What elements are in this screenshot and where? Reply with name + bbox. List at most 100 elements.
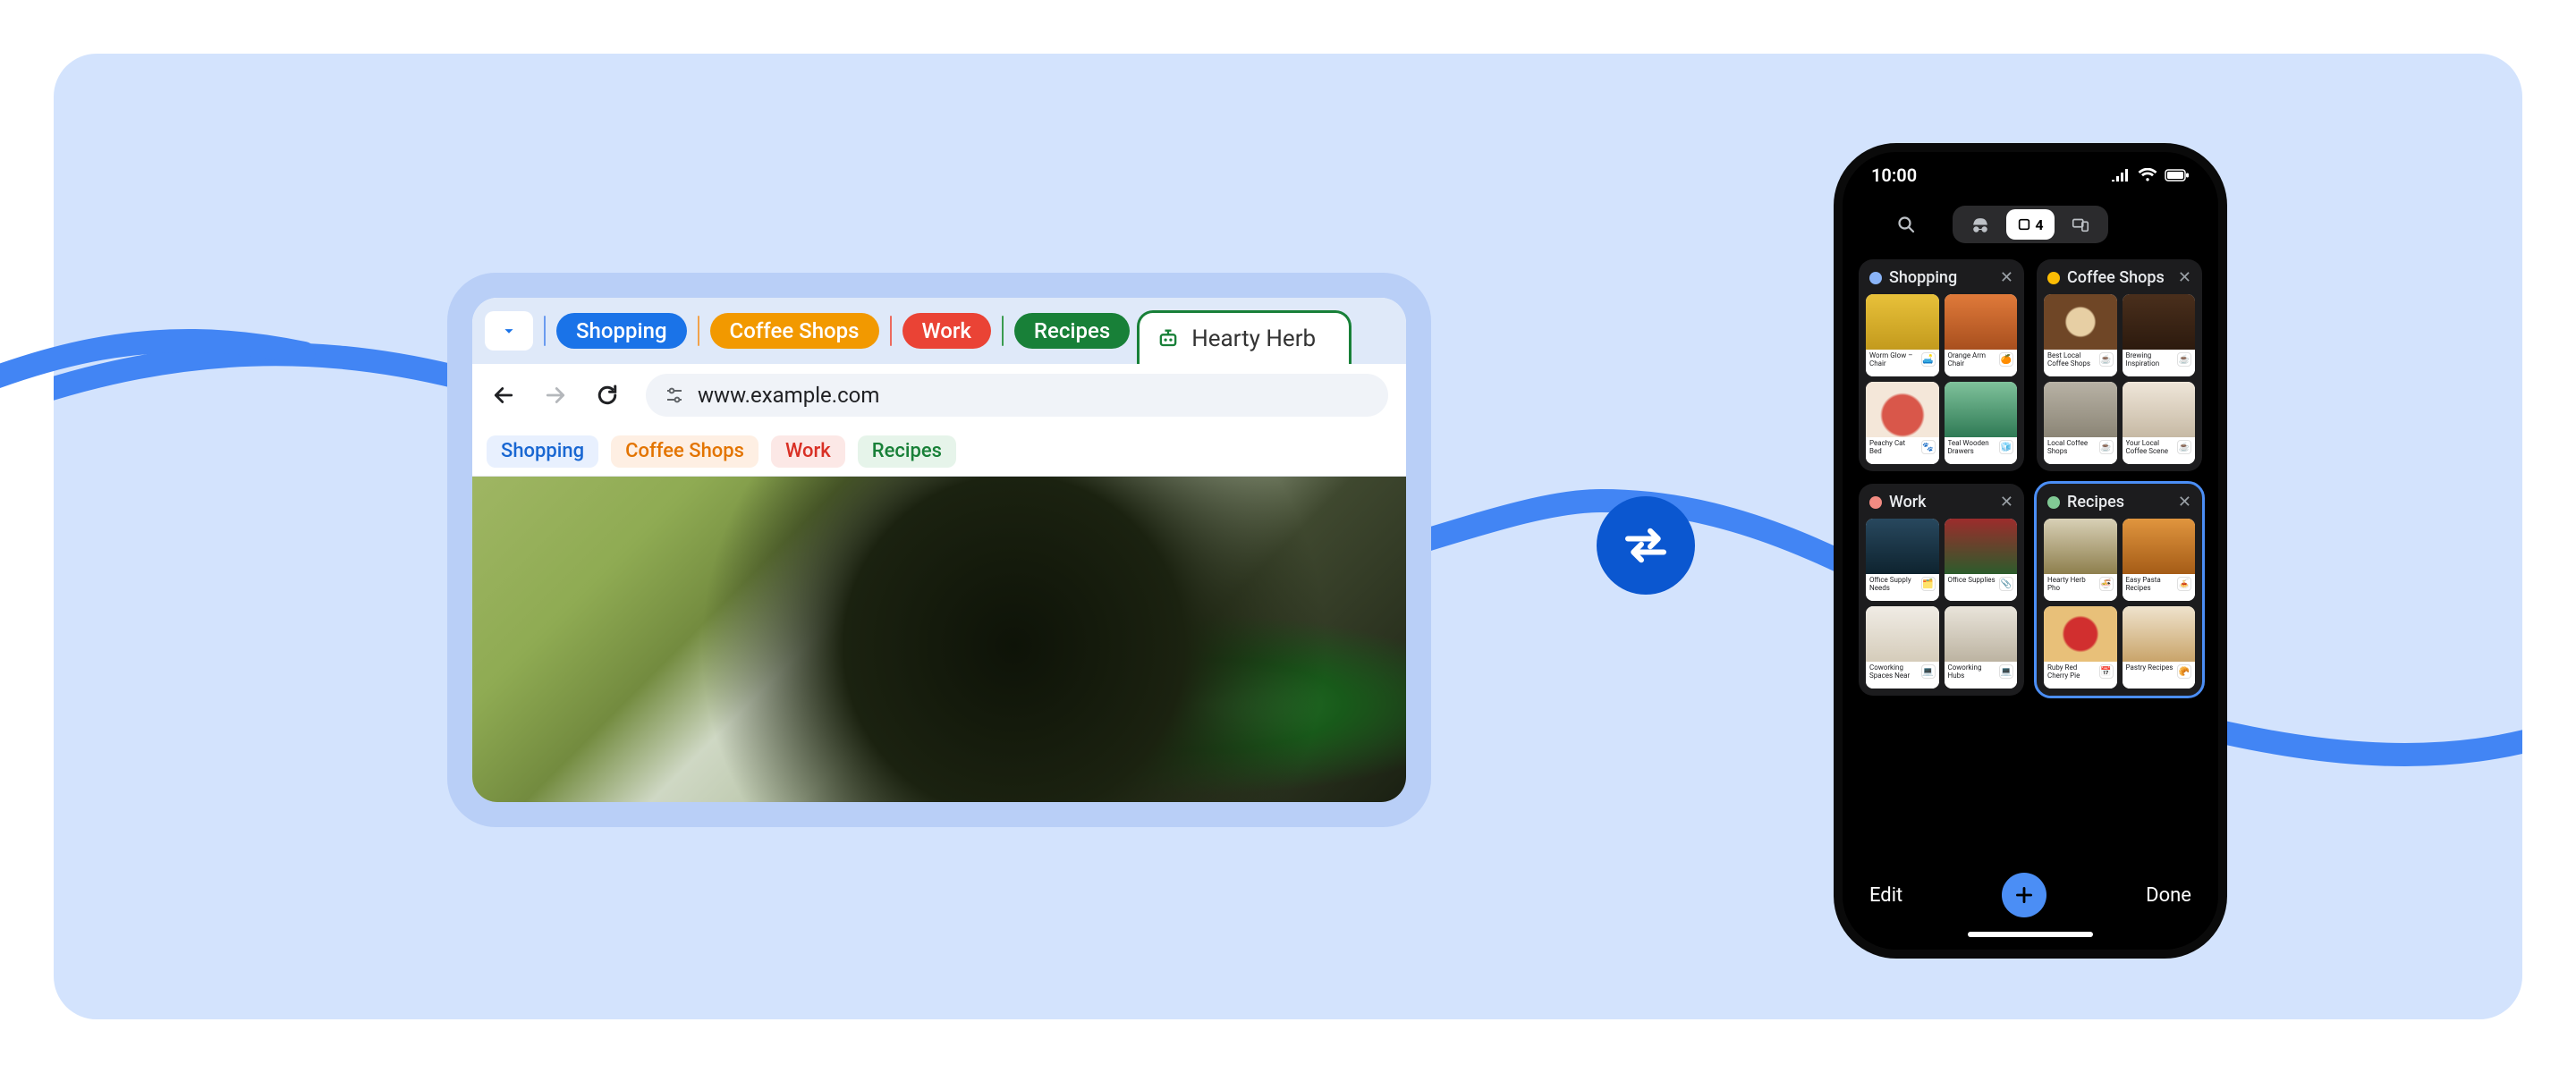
thumbnail-caption: Brewing Inspiration☕ [2123, 350, 2196, 376]
tab-thumbnail[interactable]: Hearty Herb Pho🍜 [2044, 519, 2117, 601]
tab-thumbnail[interactable]: Teal Wooden Drawers🧊 [1945, 382, 2018, 464]
promo-stage: Shopping Coffee Shops Work Recipes Heart… [54, 54, 2522, 1019]
thumbnail-caption: Coworking Hubs💻 [1945, 662, 2018, 689]
url-text: www.example.com [698, 383, 879, 408]
thumbnail-favicon: 💻 [1999, 664, 2013, 679]
thumbnail-title: Peachy Cat Bed [1869, 440, 1918, 456]
thumbnail-favicon: 📅 [2099, 664, 2114, 679]
tab-thumbnail[interactable]: Coworking Hubs💻 [1945, 606, 2018, 689]
reload-icon [594, 382, 621, 409]
tab-thumbnail[interactable]: Your Local Coffee Scene☕ [2123, 382, 2196, 464]
thumbnail-favicon: ☕ [2099, 440, 2114, 454]
group-thumbnails: Worm Glow – Chair🛋️Orange Arm Chair🍊Peac… [1866, 294, 2017, 464]
chip-label: Recipes [872, 440, 942, 462]
tab-thumbnail[interactable]: Best Local Coffee Shops☕ [2044, 294, 2117, 376]
phone-mockup: 10:00 4 Shopp [1834, 143, 2227, 959]
thumbnail-caption: Hearty Herb Pho🍜 [2044, 574, 2117, 601]
reload-button[interactable] [594, 382, 621, 409]
close-group-button[interactable]: ✕ [2000, 493, 2013, 511]
standard-tabs-button[interactable]: 4 [2006, 209, 2055, 240]
chip-label: Work [785, 440, 831, 462]
tab-thumbnail[interactable]: Pastry Recipes🥐 [2123, 606, 2196, 689]
sync-indicator [1597, 496, 1695, 595]
thumbnail-favicon: 🗂️ [1921, 577, 1936, 591]
thumbnail-image [1866, 519, 1939, 574]
thumbnail-favicon: 🍊 [1999, 352, 2013, 367]
thumbnail-favicon: 🐾 [1921, 440, 1936, 454]
search-icon[interactable] [1895, 214, 1917, 235]
close-group-button[interactable]: ✕ [2178, 493, 2191, 511]
thumbnail-caption: Local Coffee Shops☕ [2044, 437, 2117, 464]
group-separator [544, 316, 546, 346]
bookmark-chip-shopping[interactable]: Shopping [487, 435, 598, 468]
battery-icon [2165, 169, 2190, 182]
thumbnail-title: Office Supplies [1948, 577, 1996, 585]
tab-thumbnail[interactable]: Orange Arm Chair🍊 [1945, 294, 2018, 376]
thumbnail-favicon: 🛋️ [1921, 352, 1936, 367]
tab-group-recipes[interactable]: Recipes [1014, 313, 1130, 349]
tab-group-card[interactable]: Recipes✕Hearty Herb Pho🍜Easy Pasta Recip… [2037, 484, 2202, 696]
thumbnail-caption: Worm Glow – Chair🛋️ [1866, 350, 1939, 376]
open-tabs-count: 4 [2035, 216, 2043, 233]
arrow-left-icon [490, 382, 517, 409]
status-time: 10:00 [1871, 165, 1917, 186]
back-button[interactable] [490, 382, 517, 409]
edit-button[interactable]: Edit [1869, 884, 1902, 907]
tab-thumbnail[interactable]: Easy Pasta Recipes🍝 [2123, 519, 2196, 601]
bookmark-chip-recipes[interactable]: Recipes [858, 435, 956, 468]
active-tab[interactable]: Hearty Herb [1137, 310, 1352, 364]
thumbnail-caption: Teal Wooden Drawers🧊 [1945, 437, 2018, 464]
bookmark-chip-coffee[interactable]: Coffee Shops [611, 435, 758, 468]
thumbnail-title: Pastry Recipes [2126, 664, 2174, 672]
tab-group-card[interactable]: Work✕Office Supply Needs🗂️Office Supplie… [1859, 484, 2024, 696]
thumbnail-title: Coworking Spaces Near [1869, 664, 1918, 680]
tab-thumbnail[interactable]: Local Coffee Shops☕ [2044, 382, 2117, 464]
tab-group-shopping[interactable]: Shopping [556, 313, 687, 349]
browser-window: Shopping Coffee Shops Work Recipes Heart… [472, 298, 1406, 802]
tab-group-header: Shopping✕ [1866, 266, 2017, 294]
sync-arrows-icon [1619, 519, 1673, 572]
synced-devices-button[interactable] [2056, 209, 2105, 240]
wifi-icon [2138, 168, 2157, 182]
tab-thumbnail[interactable]: Worm Glow – Chair🛋️ [1866, 294, 1939, 376]
incognito-tabs-button[interactable] [1956, 209, 2004, 240]
tab-group-label: Coffee Shops [730, 318, 860, 343]
group-title: Coffee Shops [2067, 268, 2165, 287]
group-color-dot [1869, 272, 1882, 284]
bookmark-chip-work[interactable]: Work [771, 435, 845, 468]
robot-favicon-icon [1156, 326, 1181, 351]
thumbnail-image [2123, 606, 2196, 662]
done-button[interactable]: Done [2146, 884, 2191, 907]
active-tab-title: Hearty Herb [1191, 325, 1316, 352]
tab-thumbnail[interactable]: Office Supply Needs🗂️ [1866, 519, 1939, 601]
thumbnail-image [1866, 606, 1939, 662]
thumbnail-favicon: ☕ [2099, 352, 2114, 367]
arrow-right-icon [542, 382, 569, 409]
thumbnail-image [1866, 382, 1939, 437]
close-group-button[interactable]: ✕ [2000, 268, 2013, 287]
tab-group-work[interactable]: Work [902, 313, 991, 349]
tabs-dropdown-button[interactable] [485, 311, 533, 351]
tab-thumbnail[interactable]: Brewing Inspiration☕ [2123, 294, 2196, 376]
tab-thumbnail[interactable]: Ruby Red Cherry Pie📅 [2044, 606, 2117, 689]
close-group-button[interactable]: ✕ [2178, 268, 2191, 287]
thumbnail-image [2044, 606, 2117, 662]
tab-thumbnail[interactable]: Peachy Cat Bed🐾 [1866, 382, 1939, 464]
tab-thumbnail[interactable]: Office Supplies📎 [1945, 519, 2018, 601]
forward-button[interactable] [542, 382, 569, 409]
tab-group-card[interactable]: Coffee Shops✕Best Local Coffee Shops☕Bre… [2037, 259, 2202, 471]
thumbnail-favicon: 🥐 [2177, 664, 2191, 679]
thumbnail-image [2123, 382, 2196, 437]
tab-strip: Shopping Coffee Shops Work Recipes Heart… [472, 298, 1406, 364]
address-bar[interactable]: www.example.com [646, 374, 1388, 417]
new-tab-button[interactable] [2002, 873, 2046, 917]
desktop-browser-frame: Shopping Coffee Shops Work Recipes Heart… [447, 273, 1431, 827]
thumbnail-title: Best Local Coffee Shops [2047, 352, 2096, 368]
tab-group-card[interactable]: Shopping✕ Worm Glow – Chair🛋️Orange Arm C… [1859, 259, 2024, 471]
tab-thumbnail[interactable]: Coworking Spaces Near💻 [1866, 606, 1939, 689]
tab-group-coffee[interactable]: Coffee Shops [710, 313, 879, 349]
signal-icon [2111, 169, 2131, 182]
devices-icon [2071, 215, 2090, 234]
thumbnail-title: Office Supply Needs [1869, 577, 1918, 593]
group-thumbnails: Best Local Coffee Shops☕Brewing Inspirat… [2044, 294, 2195, 464]
